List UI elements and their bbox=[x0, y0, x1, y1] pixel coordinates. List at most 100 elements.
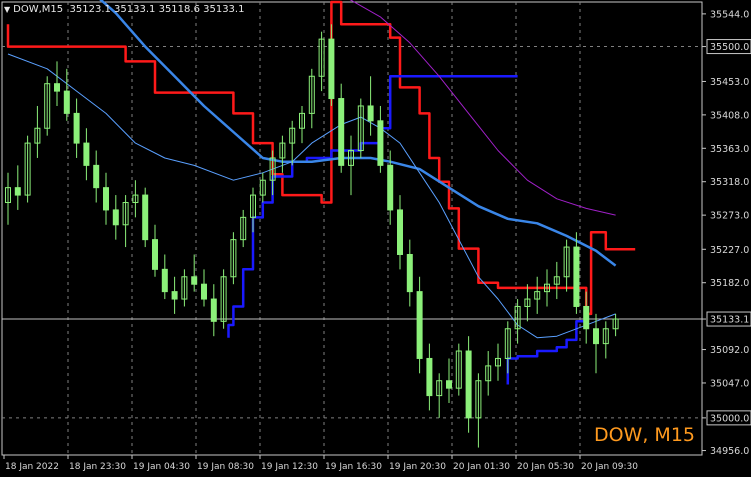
candle bbox=[230, 232, 237, 285]
x-tick-label: 19 Jan 08:30 bbox=[197, 462, 254, 472]
candle-body bbox=[112, 209, 119, 226]
x-tick-label: 19 Jan 16:30 bbox=[325, 462, 382, 472]
y-tick-label: 35227.0 bbox=[710, 245, 749, 256]
candle bbox=[181, 269, 188, 307]
symbol-watermark: DOW, M15 bbox=[593, 424, 695, 446]
candle bbox=[161, 254, 168, 300]
candle-body bbox=[171, 291, 178, 300]
y-tick-label: 35182.0 bbox=[710, 278, 749, 289]
candle bbox=[279, 135, 286, 173]
candle-body bbox=[83, 142, 90, 166]
candle bbox=[593, 313, 599, 374]
candle bbox=[455, 343, 462, 396]
candle bbox=[357, 98, 364, 158]
candle bbox=[299, 105, 305, 144]
candle bbox=[485, 351, 492, 396]
x-tick-label: 20 Jan 01:30 bbox=[453, 462, 510, 472]
y-tick-label: 34956.0 bbox=[710, 446, 749, 457]
candle bbox=[122, 195, 129, 248]
candle bbox=[289, 120, 296, 166]
candle bbox=[14, 165, 21, 210]
x-tick-label: 19 Jan 20:30 bbox=[389, 462, 446, 472]
candle bbox=[475, 373, 482, 448]
x-tick-label: 19 Jan 04:30 bbox=[133, 462, 190, 472]
candle bbox=[416, 276, 423, 374]
candle bbox=[563, 239, 570, 292]
candle bbox=[367, 76, 374, 136]
candle-body bbox=[338, 98, 345, 166]
candle bbox=[436, 373, 443, 418]
indicator-line-ma_slow bbox=[99, 0, 617, 267]
candle-body bbox=[446, 380, 452, 389]
candle bbox=[73, 98, 80, 158]
y-tick-label: 35133.1 bbox=[710, 315, 749, 326]
candle-body bbox=[573, 246, 580, 307]
plot-frame bbox=[1, 1, 703, 456]
chart-header: ▼ DOW,M15 35123.1 35133.1 35118.6 35133.1 bbox=[4, 4, 244, 15]
candle bbox=[446, 358, 452, 404]
candle bbox=[406, 239, 413, 307]
candle bbox=[583, 291, 590, 344]
candle bbox=[348, 135, 354, 196]
candle-body bbox=[377, 120, 384, 166]
candle bbox=[152, 224, 158, 277]
candle bbox=[142, 187, 149, 248]
candle bbox=[112, 195, 119, 240]
candle bbox=[534, 276, 541, 314]
candle bbox=[24, 135, 31, 203]
candle bbox=[5, 172, 11, 225]
x-tick-label: 18 Jan 2022 bbox=[5, 462, 59, 472]
candle-body bbox=[210, 298, 217, 322]
candle bbox=[191, 254, 198, 292]
indicator-line-blue bbox=[506, 313, 588, 385]
candle-body bbox=[54, 83, 60, 92]
candle bbox=[377, 105, 384, 173]
candle-body bbox=[161, 268, 168, 293]
symbol-menu-icon[interactable]: ▼ bbox=[4, 5, 10, 14]
candle-body bbox=[191, 276, 198, 285]
x-tick-label: 19 Jan 12:30 bbox=[261, 462, 318, 472]
candle-body bbox=[103, 187, 109, 211]
candle-body bbox=[152, 239, 158, 270]
y-tick-label: 35000.0 bbox=[710, 413, 749, 424]
y-tick-label: 35453.0 bbox=[710, 77, 749, 88]
y-tick-label: 35363.0 bbox=[710, 144, 749, 155]
y-tick-label: 35047.0 bbox=[710, 378, 749, 389]
candle bbox=[132, 180, 139, 218]
candle bbox=[612, 313, 619, 337]
candle bbox=[250, 187, 256, 233]
candle-body bbox=[367, 105, 374, 122]
candle bbox=[54, 61, 60, 106]
chart-canvas: 35544.0 35500.0 35453.0 35408.0 35363.0 35318… bbox=[1, 0, 751, 472]
candle bbox=[308, 68, 315, 129]
candle bbox=[338, 83, 345, 173]
candle-body bbox=[93, 164, 100, 189]
candle-body bbox=[426, 357, 433, 397]
candle bbox=[504, 321, 511, 374]
candle bbox=[328, 24, 335, 106]
candle-body bbox=[14, 187, 21, 196]
candle-body bbox=[416, 291, 423, 359]
candle-body bbox=[406, 253, 413, 293]
candle bbox=[553, 261, 560, 300]
ohlc-readout: 35123.1 35133.1 35118.6 35133.1 bbox=[69, 4, 245, 15]
symbol-label: DOW,M15 bbox=[13, 4, 64, 15]
candle-body bbox=[387, 164, 394, 211]
candle bbox=[34, 105, 41, 158]
y-tick-label: 35408.0 bbox=[710, 110, 749, 121]
candle-body bbox=[328, 38, 335, 100]
x-tick-label: 20 Jan 05:30 bbox=[517, 462, 574, 472]
candle bbox=[171, 276, 178, 314]
candle bbox=[44, 76, 51, 136]
candle bbox=[602, 321, 609, 359]
candle-body bbox=[465, 350, 472, 419]
candle bbox=[83, 128, 90, 181]
y-tick-label: 35318.0 bbox=[710, 177, 749, 188]
x-tick-label: 20 Jan 09:30 bbox=[581, 462, 638, 472]
y-tick-label: 35092.0 bbox=[710, 345, 749, 356]
candle bbox=[103, 172, 109, 225]
y-tick-label: 35273.0 bbox=[710, 211, 749, 222]
candle bbox=[220, 269, 227, 329]
candle bbox=[573, 232, 580, 314]
x-tick-label: 18 Jan 23:30 bbox=[69, 462, 126, 472]
